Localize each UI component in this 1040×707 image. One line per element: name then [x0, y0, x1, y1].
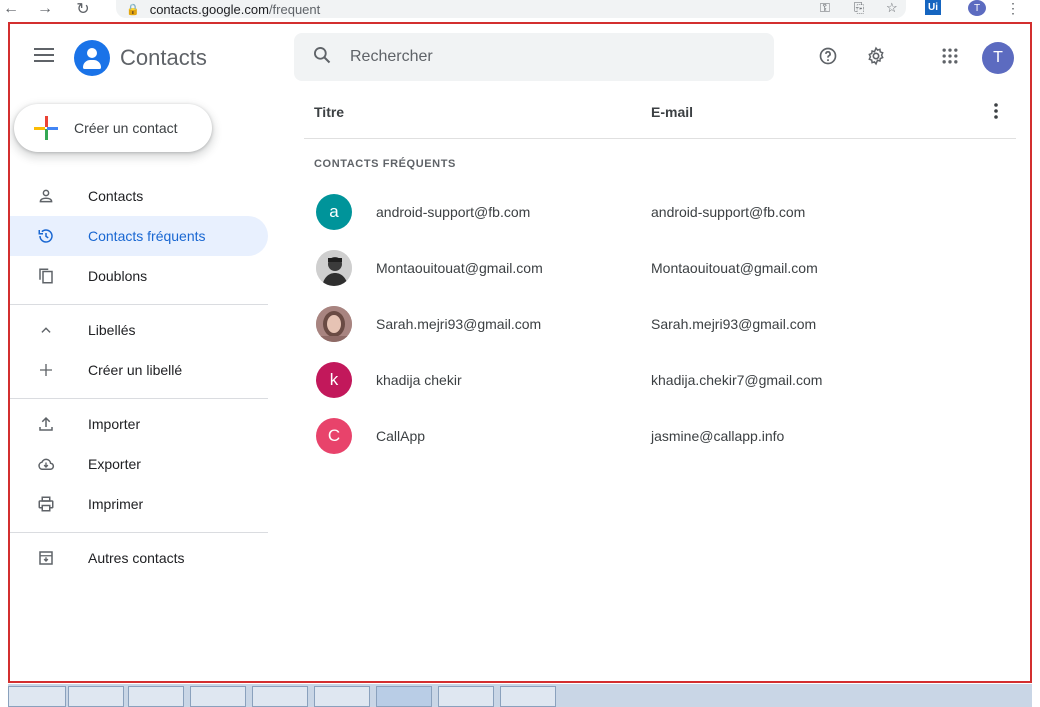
contact-email: Sarah.mejri93@gmail.com: [651, 316, 817, 332]
browser-profile-avatar[interactable]: T: [968, 0, 986, 16]
search-icon[interactable]: [294, 45, 350, 70]
contact-name: CallApp: [376, 428, 426, 444]
contact-email: Montaouitouat@gmail.com: [651, 260, 818, 276]
history-icon: [34, 227, 58, 245]
browser-menu-icon[interactable]: ⋮: [1006, 0, 1020, 17]
url-host: contacts.google.com: [149, 1, 269, 17]
taskbar-app-button[interactable]: [376, 686, 432, 707]
contact-row[interactable]: Montaouitouat@gmail.com Montaouitouat@gm…: [304, 240, 1016, 296]
address-bar[interactable]: 🔒 contacts.google.com/frequent ⚿ ⎘ ☆: [116, 0, 906, 18]
taskbar-app-button[interactable]: [500, 686, 556, 707]
sidebar-item-print[interactable]: Imprimer: [10, 484, 268, 524]
sidebar-labels-toggle[interactable]: Libellés: [10, 310, 268, 350]
sidebar-item-other-contacts[interactable]: Autres contacts: [10, 538, 268, 578]
contact-name: khadija chekir: [376, 372, 462, 388]
sidebar-item-contacts[interactable]: Contacts: [10, 176, 268, 216]
taskbar-app-button[interactable]: [314, 686, 370, 707]
taskbar-app-button[interactable]: [128, 686, 184, 707]
taskbar-start-button[interactable]: [8, 686, 66, 707]
sidebar-divider: [10, 304, 268, 305]
sidebar-item-label: Importer: [88, 416, 141, 432]
contact-row[interactable]: k khadija chekir khadija.chekir7@gmail.c…: [304, 352, 1016, 408]
column-header-title[interactable]: Titre: [314, 104, 344, 120]
translate-icon[interactable]: ⎘: [854, 0, 864, 16]
sidebar-divider: [10, 532, 268, 533]
contact-name: Montaouitouat@gmail.com: [376, 260, 543, 276]
cloud-download-icon: [34, 455, 58, 473]
sidebar-item-create-label[interactable]: Créer un libellé: [10, 350, 268, 390]
print-icon: [34, 495, 58, 513]
taskbar-app-button[interactable]: [438, 686, 494, 707]
person-icon: [34, 187, 58, 205]
lock-icon: 🔒: [126, 3, 140, 16]
column-header-email[interactable]: E-mail: [651, 104, 693, 120]
upload-icon: [34, 415, 58, 433]
key-icon[interactable]: ⚿: [820, 0, 830, 16]
sidebar-item-label: Contacts: [88, 188, 144, 204]
contact-email: jasmine@callapp.info: [651, 428, 785, 444]
sidebar-item-label: Exporter: [88, 456, 141, 472]
star-icon[interactable]: ☆: [886, 0, 898, 16]
contact-email: android-support@fb.com: [651, 204, 806, 220]
search-bar[interactable]: [294, 33, 774, 81]
contact-email: khadija.chekir7@gmail.com: [651, 372, 823, 388]
apps-grid-icon[interactable]: [940, 46, 960, 66]
sidebar-item-duplicates[interactable]: Doublons: [10, 256, 268, 296]
contact-avatar: a: [316, 194, 352, 230]
sidebar-item-label: Imprimer: [88, 496, 144, 512]
colored-plus-icon: [34, 116, 58, 140]
taskbar-app-button[interactable]: [252, 686, 308, 707]
sidebar-item-import[interactable]: Importer: [10, 404, 268, 444]
help-icon[interactable]: [818, 46, 838, 66]
archive-icon: [34, 549, 58, 567]
url-path: /frequent: [268, 1, 321, 17]
contacts-logo-icon: [74, 40, 110, 76]
sidebar-divider: [10, 398, 268, 399]
contact-row[interactable]: Sarah.mejri93@gmail.com Sarah.mejri93@gm…: [304, 296, 1016, 352]
contacts-app: Contacts T Créer un contact Contacts: [8, 22, 1032, 683]
create-contact-label: Créer un contact: [74, 120, 178, 136]
app-title: Contacts: [120, 45, 207, 70]
taskbar-app-button[interactable]: [68, 686, 124, 707]
back-icon[interactable]: ←: [0, 0, 22, 18]
settings-gear-icon[interactable]: [866, 46, 886, 66]
contact-avatar: k: [316, 362, 352, 398]
search-input[interactable]: [350, 48, 750, 66]
taskbar-app-button[interactable]: [190, 686, 246, 707]
contact-row[interactable]: C CallApp jasmine@callapp.info: [304, 408, 1016, 464]
chevron-up-icon: [34, 323, 58, 337]
sidebar-item-label: Libellés: [88, 322, 136, 338]
main-menu-icon[interactable]: [34, 48, 54, 62]
header-divider: [304, 138, 1016, 139]
sidebar-item-export[interactable]: Exporter: [10, 444, 268, 484]
more-options-icon[interactable]: [992, 102, 1000, 120]
reload-icon[interactable]: ↻: [72, 0, 94, 19]
contact-avatar: C: [316, 418, 352, 454]
contact-row[interactable]: a android-support@fb.com android-support…: [304, 184, 1016, 240]
contact-name: android-support@fb.com: [376, 204, 531, 220]
sidebar-item-label: Doublons: [88, 268, 148, 284]
sidebar-item-frequent-contacts[interactable]: Contacts fréquents: [10, 216, 268, 256]
create-contact-button[interactable]: Créer un contact: [14, 104, 212, 152]
sidebar-item-label: Contacts fréquents: [88, 228, 206, 244]
account-avatar[interactable]: T: [982, 42, 1014, 74]
contact-avatar-photo: [316, 250, 352, 286]
sidebar-item-label: Autres contacts: [88, 550, 185, 566]
copy-icon: [34, 267, 58, 285]
contact-avatar-photo: [316, 306, 352, 342]
sidebar-item-label: Créer un libellé: [88, 362, 183, 378]
ui-extension-icon[interactable]: Ui: [925, 0, 941, 15]
forward-icon[interactable]: →: [34, 0, 56, 18]
plus-icon: [34, 362, 58, 378]
contact-name: Sarah.mejri93@gmail.com: [376, 316, 542, 332]
section-label-frequent: CONTACTS FRÉQUENTS: [314, 158, 456, 170]
